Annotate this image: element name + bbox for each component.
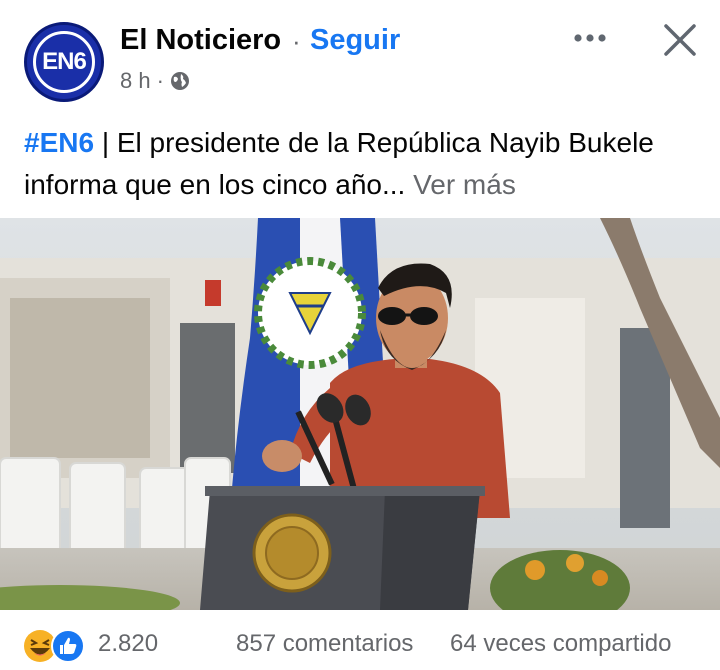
avatar-logo-text: EN6 xyxy=(42,48,87,75)
hashtag-link[interactable]: #EN6 xyxy=(24,127,94,158)
post-time[interactable]: 8 h xyxy=(120,68,151,94)
reaction-count[interactable]: 2.820 xyxy=(98,630,158,658)
see-more-link[interactable]: Ver más xyxy=(405,169,516,200)
follow-button[interactable]: Seguir xyxy=(310,24,400,57)
comments-count[interactable]: 857 comentarios xyxy=(236,630,413,658)
shares-count[interactable]: 64 veces compartido xyxy=(450,630,671,658)
post-meta: 8 h · xyxy=(120,68,190,94)
page-avatar[interactable]: EN6 xyxy=(24,22,104,102)
meta-separator: · xyxy=(156,68,164,93)
post-photo[interactable] xyxy=(0,218,720,610)
more-horizontal-icon[interactable] xyxy=(570,20,610,56)
close-icon[interactable] xyxy=(656,16,704,64)
post-text: #EN6 | El presidente de la República Nay… xyxy=(24,122,704,206)
post-header: EN6 El Noticiero · Seguir 8 h · xyxy=(0,0,720,110)
photo-president-podium xyxy=(0,218,720,610)
reactions-summary[interactable] xyxy=(22,628,94,664)
page-name-link[interactable]: El Noticiero xyxy=(120,24,281,57)
like-icon xyxy=(51,629,85,663)
post-body-text: | El presidente de la República Nayib Bu… xyxy=(24,127,654,200)
globe-icon xyxy=(170,72,189,90)
name-separator: · xyxy=(292,26,301,56)
post-footer: 2.820 857 comentarios 64 veces compartid… xyxy=(0,612,720,670)
